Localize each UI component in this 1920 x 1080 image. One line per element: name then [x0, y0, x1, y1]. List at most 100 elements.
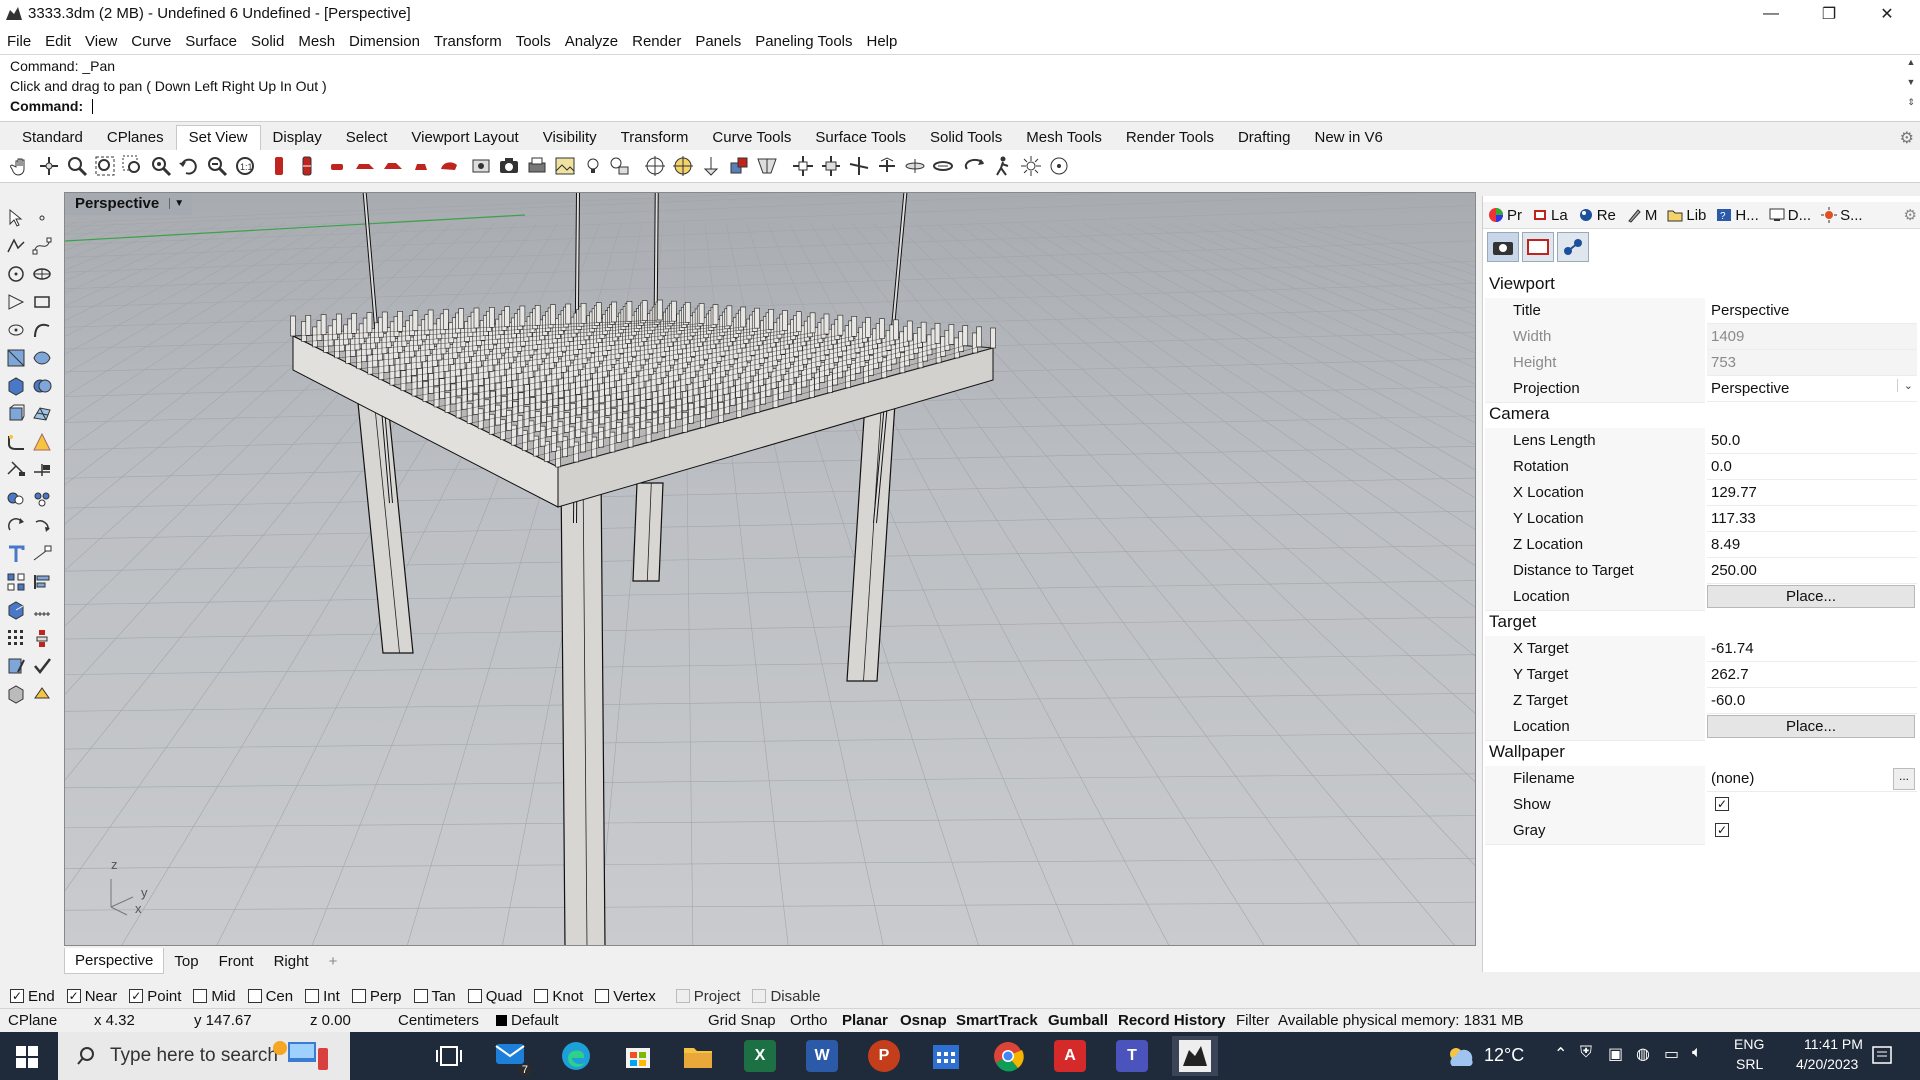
viewport-camera-button[interactable] — [1487, 232, 1519, 262]
powerpoint-icon[interactable]: P — [868, 1040, 900, 1072]
extrude-icon[interactable] — [6, 404, 26, 424]
panel-tab-display[interactable]: D... — [1764, 207, 1816, 224]
osnap-tan[interactable]: Tan — [413, 988, 456, 1005]
lens-length-field[interactable]: 50.0 — [1707, 428, 1917, 454]
point-icon[interactable] — [32, 208, 52, 228]
menu-mesh[interactable]: Mesh — [291, 33, 342, 50]
gray-checkbox[interactable]: ✓ — [1715, 823, 1729, 837]
osnap-end[interactable]: ✓ End — [10, 988, 55, 1005]
osnap-perp[interactable]: Perp — [351, 988, 402, 1005]
projection-select[interactable]: Perspective — [1707, 376, 1917, 402]
render-icon[interactable] — [6, 684, 26, 704]
menu-help[interactable]: Help — [860, 33, 905, 50]
tab-surface-tools[interactable]: Surface Tools — [803, 126, 918, 150]
arc-icon[interactable] — [6, 292, 26, 312]
box-solid-icon[interactable] — [6, 376, 26, 396]
freeform-curve-icon[interactable] — [32, 320, 52, 340]
osnap-vertex[interactable]: Vertex — [595, 988, 656, 1005]
boolean-union-icon[interactable] — [32, 376, 52, 396]
notifications-icon[interactable] — [1870, 1044, 1894, 1068]
target-place-button[interactable]: Place... — [1707, 715, 1915, 738]
set-camera-icon[interactable] — [700, 155, 722, 177]
file-explorer-icon[interactable] — [682, 1040, 714, 1072]
menu-dimension[interactable]: Dimension — [342, 33, 427, 50]
panel-tab-properties[interactable]: Pr — [1483, 207, 1527, 224]
status-ortho[interactable]: Ortho — [790, 1012, 828, 1029]
command-input[interactable] — [92, 97, 1892, 115]
clock-date[interactable]: 4/20/2023 — [1796, 1056, 1858, 1072]
fillet-icon[interactable] — [6, 432, 26, 452]
viewport-link-button[interactable] — [1557, 232, 1589, 262]
osnap-knot[interactable]: Knot — [534, 988, 583, 1005]
walkabout-icon[interactable] — [992, 155, 1014, 177]
tray-security-icon[interactable]: ⛨ — [1580, 1044, 1592, 1062]
menu-surface[interactable]: Surface — [178, 33, 244, 50]
wallpaper-icon[interactable] — [554, 155, 576, 177]
trim-icon[interactable] — [6, 460, 26, 480]
status-grid-snap[interactable]: Grid Snap — [708, 1012, 776, 1029]
viewport-tab-perspective[interactable]: Perspective — [64, 948, 165, 974]
zoom-selected-icon[interactable] — [150, 155, 172, 177]
panel-tab-help[interactable]: ? H... — [1711, 207, 1763, 224]
panel-tab-layers[interactable]: La — [1527, 207, 1573, 224]
prompt-scroll-icon[interactable]: ⇕ — [1904, 97, 1918, 108]
menu-edit[interactable]: Edit — [38, 33, 78, 50]
tab-display[interactable]: Display — [261, 126, 334, 150]
pivot-icon[interactable] — [792, 155, 814, 177]
align-icon[interactable] — [32, 572, 52, 592]
title-field[interactable]: Perspective — [1707, 298, 1917, 324]
status-gumball[interactable]: Gumball — [1048, 1012, 1108, 1029]
tab-set-view[interactable]: Set View — [175, 125, 261, 150]
distance-icon[interactable] — [32, 600, 52, 620]
osnap-cen[interactable]: Cen — [247, 988, 293, 1005]
tab-standard[interactable]: Standard — [10, 126, 95, 150]
car-view-1-icon[interactable] — [326, 155, 348, 177]
viewport-tab-right[interactable]: Right — [264, 949, 319, 974]
osnap-near[interactable]: ✓ Near — [66, 988, 117, 1005]
osnap-int[interactable]: Int — [305, 988, 340, 1005]
split-icon[interactable] — [32, 460, 52, 480]
rotate-icon[interactable] — [6, 516, 26, 536]
swivel-icon[interactable] — [932, 155, 954, 177]
target-icon[interactable] — [644, 155, 666, 177]
menu-paneling-tools[interactable]: Paneling Tools — [748, 33, 859, 50]
menu-file[interactable]: File — [0, 33, 38, 50]
tray-camera-icon[interactable]: ▣ — [1608, 1044, 1623, 1064]
tab-solid-tools[interactable]: Solid Tools — [918, 126, 1014, 150]
osnap-checkbox[interactable] — [351, 989, 366, 1003]
lens-length-icon[interactable] — [904, 155, 926, 177]
tab-mesh-tools[interactable]: Mesh Tools — [1014, 126, 1114, 150]
task-view-icon[interactable] — [436, 1044, 462, 1068]
perspective-match-icon[interactable] — [756, 155, 778, 177]
language-line-1[interactable]: ENG — [1734, 1036, 1764, 1052]
viewport-tab-front[interactable]: Front — [209, 949, 264, 974]
rotate-3d-icon[interactable] — [32, 516, 52, 536]
osnap-checkbox[interactable] — [305, 989, 320, 1003]
car-view-2-icon[interactable] — [354, 155, 376, 177]
x-location-field[interactable]: 129.77 — [1707, 480, 1917, 506]
osnap-checkbox[interactable] — [752, 989, 767, 1003]
camera-bar-icon[interactable] — [296, 155, 318, 177]
dimension-icon[interactable] — [32, 544, 52, 564]
orbit-view-icon[interactable] — [964, 155, 986, 177]
camera-icon[interactable] — [498, 155, 520, 177]
circle-icon[interactable] — [6, 264, 26, 284]
panel-tab-rendering[interactable]: Re — [1573, 207, 1621, 224]
print-view-icon[interactable] — [526, 155, 548, 177]
osnap-point[interactable]: ✓ Point — [129, 988, 181, 1005]
array-icon[interactable] — [6, 572, 26, 592]
osnap-checkbox[interactable] — [675, 989, 690, 1003]
rhino-taskbar-button[interactable] — [1172, 1036, 1218, 1076]
zoom-out-icon[interactable] — [206, 155, 228, 177]
status-units[interactable]: Centimeters — [398, 1012, 479, 1029]
panel-tab-sun[interactable]: S... — [1816, 207, 1868, 224]
z-target-field[interactable]: -60.0 — [1707, 688, 1917, 714]
grid-points-icon[interactable] — [6, 628, 26, 648]
text-icon[interactable] — [6, 544, 26, 564]
menu-tools[interactable]: Tools — [509, 33, 558, 50]
panel-tab-materials[interactable]: M — [1621, 207, 1663, 224]
taskbar-search-box[interactable]: Type here to search — [58, 1032, 350, 1080]
zoom-1-to-1-icon[interactable]: 1:1 — [234, 155, 256, 177]
surface-patch-icon[interactable] — [32, 348, 52, 368]
osnap-checkbox[interactable] — [595, 989, 610, 1003]
